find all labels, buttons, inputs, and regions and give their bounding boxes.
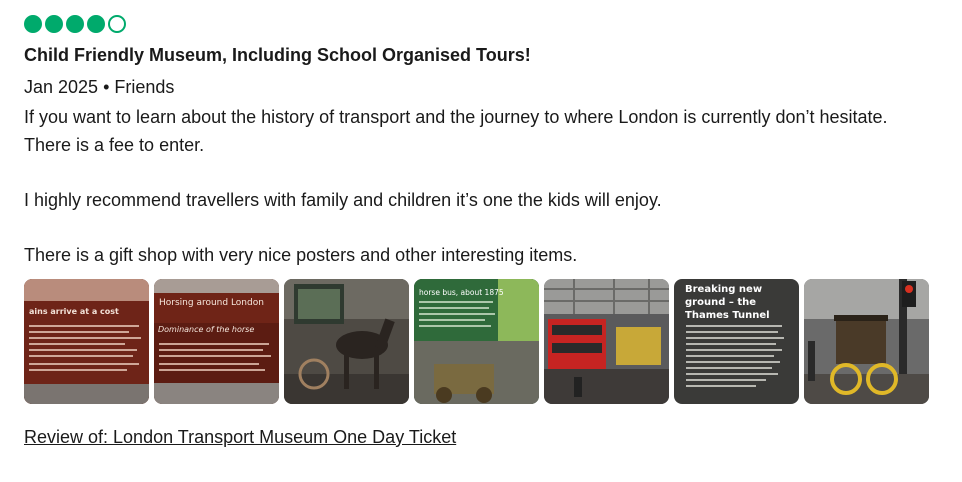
photo-caption: ains arrive at a cost (29, 306, 119, 316)
photo-caption: Breaking new ground – the Thames Tunnel (685, 283, 770, 321)
rating-bubble-empty-icon (108, 15, 126, 33)
review-photo[interactable] (544, 278, 669, 404)
review-title: Child Friendly Museum, Including School … (24, 45, 531, 65)
rating-bubble-filled-icon (87, 15, 105, 33)
review-photo[interactable]: ains arrive at a cost (24, 278, 149, 404)
review-body: If you want to learn about the history o… (24, 107, 888, 265)
photo-strip: ains arrive at a cost Horsing around Lon… (24, 278, 938, 404)
review-photo[interactable] (804, 278, 929, 404)
review-photo[interactable]: Horsing around London Dominance of the h… (154, 278, 279, 404)
review-of-link[interactable]: Review of: London Transport Museum One D… (24, 427, 456, 448)
photo-subcaption: Dominance of the horse (158, 324, 255, 334)
rating-bubble-filled-icon (66, 15, 84, 33)
photo-caption: Horsing around London (159, 297, 264, 308)
review-card: Child Friendly Museum, Including School … (24, 10, 938, 448)
review-photo[interactable]: horse bus, about 1875 (414, 278, 539, 404)
rating-bubble-filled-icon (24, 15, 42, 33)
photo-caption: horse bus, about 1875 (419, 287, 504, 297)
review-photo[interactable]: Breaking new ground – the Thames Tunnel (674, 278, 799, 404)
review-meta: Jan 2025 • Friends (24, 77, 175, 97)
rating-bubble-filled-icon (45, 15, 63, 33)
review-photo[interactable] (284, 278, 409, 404)
rating-bubbles (24, 12, 938, 36)
